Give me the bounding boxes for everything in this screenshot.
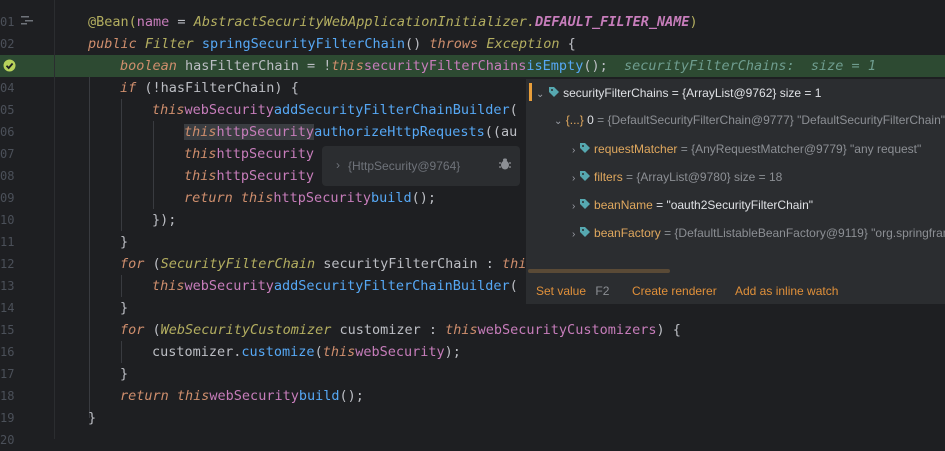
line-number: 08 — [0, 169, 14, 183]
code-line-3-breakpoint: boolean hasFilterChain = !thissecurityFi… — [55, 55, 945, 77]
field-tag-icon — [579, 198, 591, 212]
structure-icon[interactable] — [20, 15, 34, 29]
shortcut-key: F2 — [595, 284, 610, 298]
chevron-right-icon[interactable]: › — [572, 229, 575, 240]
line-number: 05 — [0, 103, 14, 117]
indent-guide — [121, 99, 122, 231]
variable-value: {DefaultListableBeanFactory@9119} "org.s… — [674, 226, 945, 240]
tree-node-beanName[interactable]: › beanName = "oauth2SecurityFilterChain" — [572, 195, 813, 215]
line-number: 16 — [0, 345, 14, 359]
horizontal-scrollbar[interactable] — [528, 269, 670, 273]
chevron-right-icon[interactable]: › — [572, 173, 575, 184]
variable-size: size = 18 — [733, 170, 783, 184]
variable-name: beanName — [594, 198, 653, 212]
code-line-15: for (WebSecurityCustomizer customizer : … — [120, 322, 681, 338]
line-number: 14 — [0, 301, 14, 315]
line-number: 19 — [0, 411, 14, 425]
field-tag-icon — [579, 226, 591, 240]
indent-guide — [89, 55, 90, 418]
breakpoint-check-icon[interactable] — [2, 59, 16, 73]
bug-icon[interactable] — [498, 157, 512, 174]
variable-name: 0 — [587, 113, 594, 127]
tree-node-filters[interactable]: › filters = {ArrayList@9780} size = 18 — [572, 167, 782, 187]
line-number: 13 — [0, 279, 14, 293]
code-line-1: @Bean(name = AbstractSecurityWebApplicat… — [88, 14, 698, 30]
line-number: 12 — [0, 257, 14, 271]
create-renderer-action[interactable]: Create renderer — [632, 283, 717, 299]
tree-node-beanFactory[interactable]: › beanFactory = {DefaultListableBeanFact… — [572, 223, 945, 243]
line-number: 04 — [0, 81, 14, 95]
editor-gutter: 01 02 03 04 05 06 07 08 09 10 11 12 13 1… — [0, 0, 54, 447]
variable-size: size = 1 — [779, 86, 822, 100]
chevron-right-icon[interactable]: › — [572, 145, 575, 156]
line-number: 17 — [0, 367, 14, 381]
debugger-value-popup[interactable]: ⌄ securityFilterChains = {ArrayList@9762… — [526, 79, 945, 304]
code-line-17: } — [120, 366, 129, 382]
line-number: 02 — [0, 37, 14, 51]
line-number: 10 — [0, 213, 14, 227]
indent-guide — [121, 341, 122, 363]
chevron-down-icon[interactable]: ⌄ — [536, 89, 544, 100]
tooltip-value: {HttpSecurity@9764} — [348, 159, 461, 173]
variable-value: {AnyRequestMatcher@9779} "any request" — [691, 142, 922, 156]
variable-value: {DefaultSecurityFilterChain@9777} "Defau… — [607, 113, 945, 127]
line-number: 09 — [0, 191, 14, 205]
tree-node-root[interactable]: ⌄ securityFilterChains = {ArrayList@9762… — [536, 83, 821, 103]
code-line-18: return thiswebSecuritybuild(); — [120, 388, 364, 404]
line-number: 06 — [0, 125, 14, 139]
add-inline-watch-action[interactable]: Add as inline watch — [735, 283, 838, 299]
variable-value: {ArrayList@9780} — [636, 170, 731, 184]
chevron-right-icon[interactable]: › — [572, 201, 575, 212]
indent-guide — [153, 121, 154, 209]
set-value-action[interactable]: Set value F2 — [536, 283, 609, 299]
variable-name: requestMatcher — [594, 142, 678, 156]
line-number: 15 — [0, 323, 14, 337]
line-number: 18 — [0, 389, 14, 403]
variable-name: beanFactory — [594, 226, 661, 240]
code-line-2: public Filter springSecurityFilterChain(… — [88, 36, 576, 52]
code-line-16: customizer.customize(thiswebSecurity); — [152, 344, 461, 360]
indent-guide — [121, 275, 122, 297]
line-number: 11 — [0, 235, 14, 249]
variable-name: filters — [594, 170, 623, 184]
line-number: 07 — [0, 147, 14, 161]
array-element-icon: {...} — [565, 113, 584, 127]
field-tag-icon — [579, 142, 591, 156]
chevron-right-icon[interactable]: › — [336, 158, 340, 172]
chevron-down-icon[interactable]: ⌄ — [554, 116, 562, 127]
field-tag-icon — [579, 170, 591, 184]
variable-value: {ArrayList@9762} — [682, 86, 777, 100]
inline-debug-value[interactable]: securityFilterChains: size = 1 — [624, 58, 876, 74]
tree-node-requestMatcher[interactable]: › requestMatcher = {AnyRequestMatcher@97… — [572, 139, 921, 159]
value-hover-tooltip[interactable]: › {HttpSecurity@9764} — [322, 146, 520, 186]
variable-value: "oauth2SecurityFilterChain" — [666, 198, 814, 212]
field-tag-icon — [548, 86, 563, 100]
line-number: 01 — [0, 15, 14, 29]
code-line-19: } — [88, 410, 97, 426]
line-number: 20 — [0, 433, 14, 447]
accent-bar — [529, 83, 532, 101]
variable-name: securityFilterChains — [563, 86, 669, 100]
tree-node-item-0[interactable]: ⌄ {...} 0 = {DefaultSecurityFilterChain@… — [554, 110, 945, 130]
